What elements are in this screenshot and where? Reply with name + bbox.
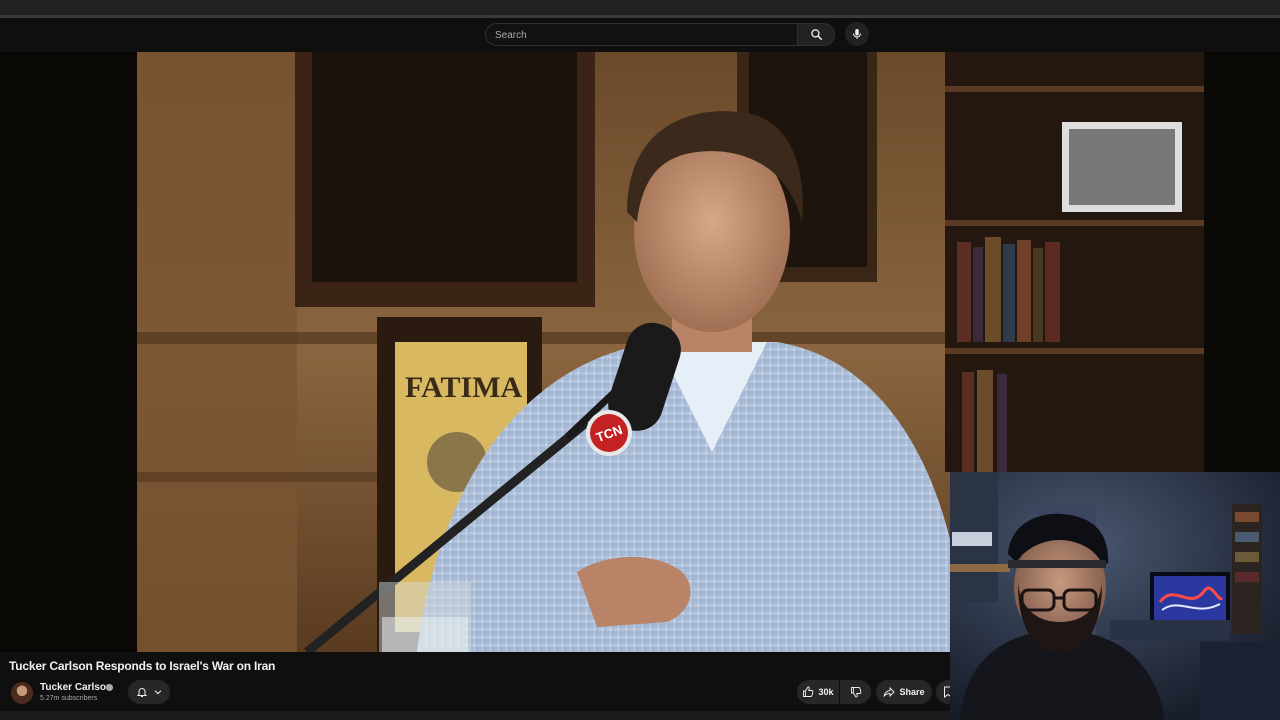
channel-actions-row: Tucker Carlson 5.27m subscribers 30k Sha… bbox=[0, 678, 960, 710]
like-count: 30k bbox=[818, 687, 834, 697]
search-input[interactable]: Search bbox=[485, 23, 797, 46]
masthead: Search bbox=[0, 18, 1280, 52]
verified-badge-icon bbox=[106, 684, 113, 691]
search-button[interactable] bbox=[797, 23, 835, 46]
chevron-down-icon bbox=[154, 690, 161, 695]
share-icon bbox=[884, 686, 896, 698]
search-icon bbox=[810, 29, 822, 41]
poster-text: FATIMA bbox=[405, 371, 523, 404]
notification-settings-button[interactable] bbox=[128, 680, 170, 704]
thumbs-up-icon bbox=[803, 686, 814, 697]
webcam-overlay bbox=[950, 472, 1280, 720]
channel-avatar[interactable] bbox=[11, 682, 33, 704]
thumbs-down-icon bbox=[850, 687, 861, 698]
mic-icon bbox=[853, 29, 861, 39]
like-button[interactable]: 30k bbox=[797, 680, 839, 704]
browser-top-strip bbox=[0, 0, 1280, 18]
video-title: Tucker Carlson Responds to Israel's War … bbox=[9, 659, 276, 673]
subscriber-count: 5.27m subscribers bbox=[40, 695, 98, 702]
bell-icon bbox=[136, 688, 147, 697]
webcam-scene bbox=[950, 472, 1280, 720]
voice-search-button[interactable] bbox=[845, 22, 869, 46]
share-button[interactable]: Share bbox=[876, 680, 932, 704]
dislike-button[interactable] bbox=[840, 680, 871, 704]
channel-name[interactable]: Tucker Carlson bbox=[40, 682, 112, 693]
share-label: Share bbox=[899, 687, 925, 697]
